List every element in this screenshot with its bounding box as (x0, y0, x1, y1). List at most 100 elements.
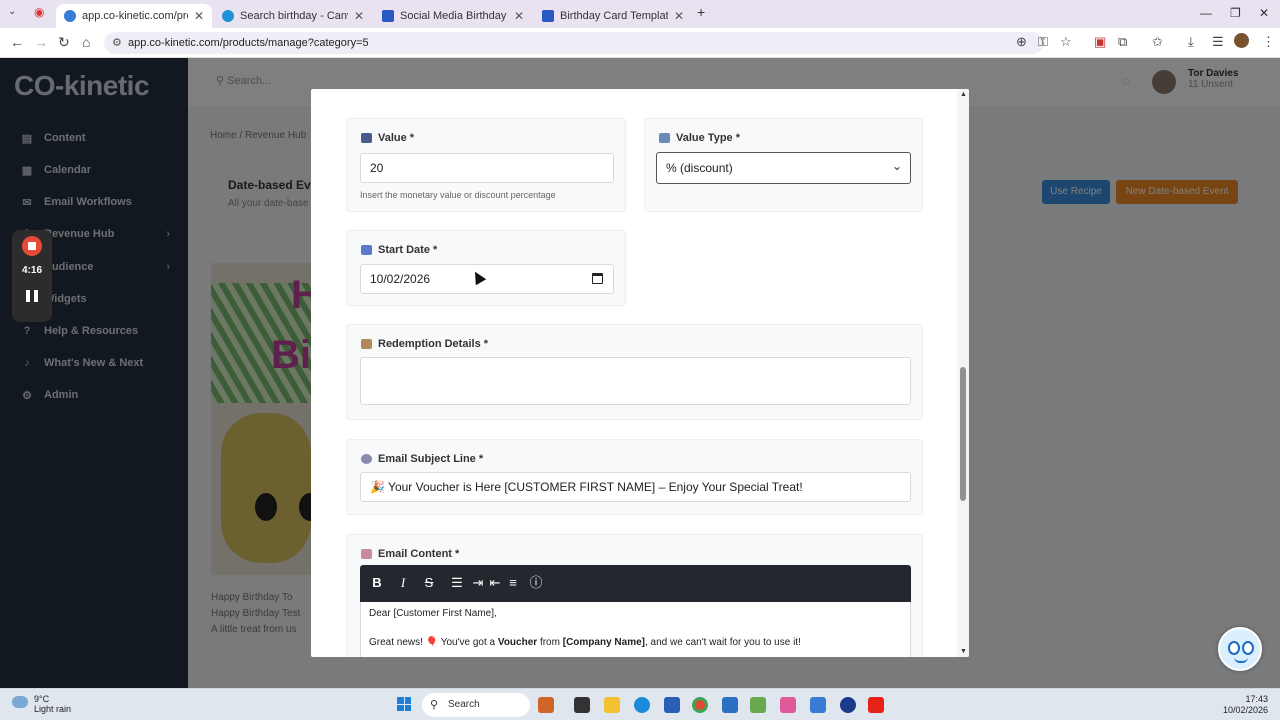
gift-widget-icon[interactable] (538, 697, 554, 713)
clock-time: 17:43 (1245, 694, 1268, 704)
scroll-down-icon[interactable]: ▼ (960, 648, 967, 655)
editor-line: Great news! 🎈 You've got a Voucher from … (369, 635, 902, 650)
bullet-list-icon[interactable]: ☰ (449, 575, 465, 591)
forward-icon[interactable]: → (34, 34, 48, 50)
date-picker-icon[interactable] (592, 273, 603, 284)
value-type-label: Value Type * (659, 132, 740, 144)
reading-list-icon[interactable]: ☰ (1212, 34, 1224, 50)
minimize-icon[interactable]: — (1200, 6, 1212, 20)
favorites-icon[interactable]: ✩ (1152, 34, 1163, 50)
info-icon[interactable]: ⓘ (528, 575, 544, 591)
bookmark-star-icon[interactable]: ☆ (1060, 34, 1072, 50)
close-tab-icon[interactable]: ✕ (514, 9, 524, 23)
task-view-icon[interactable] (574, 697, 590, 713)
close-tab-icon[interactable]: ✕ (674, 9, 684, 23)
redemption-label-text: Redemption Details * (378, 338, 489, 350)
record-icon[interactable]: ◉ (34, 5, 44, 19)
editor-text: Great news! 🎈 You've got a (369, 637, 498, 648)
tab-title: app.co-kinetic.com/products/m (82, 10, 188, 22)
value-type-label-text: Value Type * (676, 132, 740, 144)
editor-bold-text: Voucher (497, 637, 538, 648)
bold-icon[interactable]: B (369, 575, 385, 591)
subject-input-text: 🎉 Your Voucher is Here [CUSTOMER FIRST N… (370, 480, 803, 494)
tab-birthday-card[interactable]: Birthday Card Template for Co ✕ (534, 4, 692, 28)
start-date-input[interactable]: 10/02/2026 (360, 264, 614, 294)
site-info-icon[interactable]: ⚙ (112, 32, 122, 54)
editor-toolbar: B I S ☰ ⇥ ⇤ ≡ ⓘ (360, 565, 911, 602)
taskbar-clock[interactable]: 17:43 10/02/2026 (1223, 694, 1268, 716)
editor-spacer (369, 621, 902, 635)
chrome-icon[interactable] (692, 697, 708, 713)
editor-text: , and we can't wait for you to use it! (644, 637, 801, 648)
snipping-tool-icon[interactable] (780, 697, 796, 713)
editor-text: from (537, 637, 563, 648)
store-icon[interactable] (664, 697, 680, 713)
profile-avatar[interactable] (1234, 33, 1249, 48)
party-icon (361, 549, 372, 559)
value-label: Value * (361, 132, 414, 144)
close-window-icon[interactable]: ✕ (1259, 6, 1269, 20)
indent-icon[interactable]: ⇤ (487, 575, 503, 591)
clock-date: 10/02/2026 (1222, 705, 1268, 715)
menu-dots-icon[interactable]: ⋮ (1262, 34, 1275, 50)
extension-record-icon[interactable]: ▣ (1094, 34, 1106, 50)
home-icon[interactable]: ⌂ (82, 34, 90, 50)
weather-condition: Light rain (34, 704, 72, 714)
tab-canva[interactable]: Search birthday - Canva ✕ (214, 4, 372, 28)
back-icon[interactable]: ← (10, 34, 24, 50)
value-label-text: Value * (378, 132, 415, 144)
value-type-select[interactable]: % (discount) ⌄ (656, 152, 911, 184)
close-tab-icon[interactable]: ✕ (194, 9, 204, 23)
value-input-text: 20 (370, 161, 384, 175)
windows-start-icon[interactable] (397, 697, 411, 711)
rain-cloud-icon (12, 696, 28, 708)
password-key-icon[interactable]: ⚿ (1038, 34, 1048, 50)
email-content-editor[interactable]: Dear [Customer First Name], Great news! … (360, 602, 911, 657)
taskbar-search[interactable]: ⚲ Search (422, 693, 530, 717)
redemption-textarea[interactable] (360, 357, 911, 405)
youtube-icon[interactable] (868, 697, 884, 713)
settings-icon[interactable] (810, 697, 826, 713)
redemption-label: Redemption Details * (361, 338, 488, 350)
file-explorer-icon[interactable] (604, 697, 620, 713)
app-green-icon[interactable] (750, 697, 766, 713)
app-blue-circle-icon[interactable] (840, 697, 856, 713)
value-input[interactable]: 20 (360, 153, 614, 183)
restore-icon[interactable]: ❐ (1230, 6, 1241, 20)
weather-widget[interactable]: 9°C Light rain (12, 694, 71, 714)
tab-co-kinetic[interactable]: app.co-kinetic.com/products/m ✕ (56, 4, 212, 28)
bot-eye (1242, 641, 1254, 655)
stop-recording-button[interactable] (22, 236, 42, 256)
recording-time: 4:16 (21, 265, 42, 276)
money-icon (361, 133, 372, 143)
modal-scrollbar[interactable]: ▲ ▼ (957, 89, 969, 657)
outlook-icon[interactable] (722, 697, 738, 713)
chat-assistant-icon[interactable] (1218, 627, 1262, 671)
tab-title: Search birthday - Canva (240, 10, 348, 22)
outdent-icon[interactable]: ≡ (505, 575, 521, 591)
edge-icon[interactable] (634, 697, 650, 713)
zoom-icon[interactable]: ⊕ (1016, 34, 1027, 50)
co-kinetic-favicon-icon (64, 10, 76, 22)
subject-group: Email Subject Line * 🎉 Your Voucher is H… (346, 439, 923, 515)
url-field[interactable]: ⚙ app.co-kinetic.com/products/manage?cat… (104, 32, 1044, 54)
numbered-list-icon[interactable]: ⇥ (470, 575, 486, 591)
event-form-modal: Value * 20 Insert the monetary value or … (311, 89, 969, 657)
scrollbar-thumb[interactable] (960, 367, 966, 501)
bot-eye (1228, 641, 1240, 655)
italic-icon[interactable]: I (395, 575, 411, 591)
new-tab-icon[interactable]: + (697, 4, 705, 20)
close-tab-icon[interactable]: ✕ (354, 9, 364, 23)
subject-input[interactable]: 🎉 Your Voucher is Here [CUSTOMER FIRST N… (360, 472, 911, 502)
scroll-up-icon[interactable]: ▲ (960, 91, 967, 98)
tab-social-media-card[interactable]: Social Media Birthday Card Te ✕ (374, 4, 532, 28)
taskbar-search-text: Search (448, 699, 480, 710)
pause-recording-button[interactable] (26, 290, 38, 302)
downloads-icon[interactable]: ⤓ (1188, 34, 1194, 50)
reload-icon[interactable]: ↻ (58, 34, 70, 51)
extensions-puzzle-icon[interactable]: ⧉ (1118, 34, 1127, 50)
chevron-down-icon: ⌄ (891, 159, 902, 173)
browser-tabbar: ⌄ ◉ app.co-kinetic.com/products/m ✕ Sear… (0, 0, 1280, 28)
tab-list-icon[interactable]: ⌄ (8, 6, 16, 17)
strikethrough-icon[interactable]: S (421, 575, 437, 591)
